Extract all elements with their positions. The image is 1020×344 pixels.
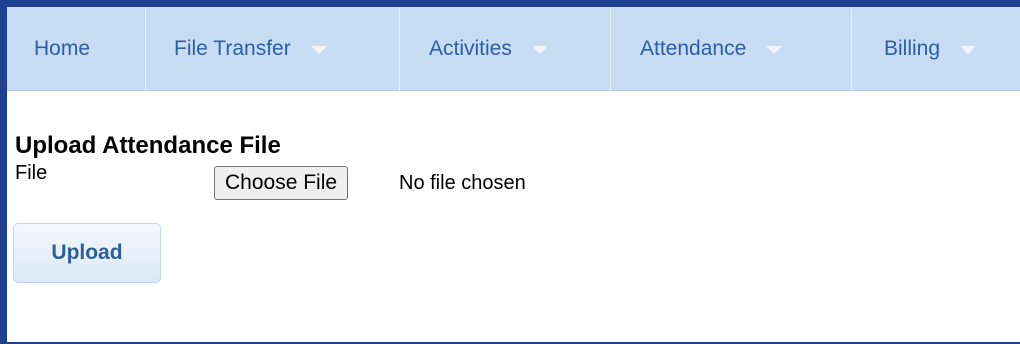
page-title: Upload Attendance File bbox=[15, 132, 281, 159]
nav-item-attendance[interactable]: Attendance bbox=[611, 7, 852, 91]
file-label: File bbox=[15, 162, 48, 184]
nav-item-billing[interactable]: Billing bbox=[852, 7, 1020, 91]
nav-item-attendance-label: Attendance bbox=[640, 37, 747, 60]
chevron-down-icon bbox=[531, 46, 548, 54]
nav-item-home-label: Home bbox=[34, 37, 91, 60]
nav-item-activities-label: Activities bbox=[429, 37, 512, 60]
chevron-down-icon bbox=[960, 46, 977, 54]
choose-file-button[interactable]: Choose File bbox=[214, 166, 349, 200]
top-navbar: Home File Transfer Activities Attendance… bbox=[7, 7, 1020, 91]
nav-item-file-transfer[interactable]: File Transfer bbox=[146, 7, 400, 91]
nav-item-home[interactable]: Home bbox=[7, 7, 146, 91]
no-file-status: No file chosen bbox=[399, 172, 526, 194]
nav-item-file-transfer-label: File Transfer bbox=[174, 37, 291, 60]
nav-item-activities[interactable]: Activities bbox=[400, 7, 611, 91]
upload-button[interactable]: Upload bbox=[13, 223, 161, 283]
file-row: File Choose File No file chosen bbox=[15, 162, 995, 202]
chevron-down-icon bbox=[310, 46, 327, 54]
chevron-down-icon bbox=[766, 46, 783, 54]
nav-item-billing-label: Billing bbox=[884, 37, 941, 60]
app-window: Home File Transfer Activities Attendance… bbox=[0, 0, 1020, 344]
upload-form: Upload Attendance File File Choose File … bbox=[15, 132, 995, 202]
